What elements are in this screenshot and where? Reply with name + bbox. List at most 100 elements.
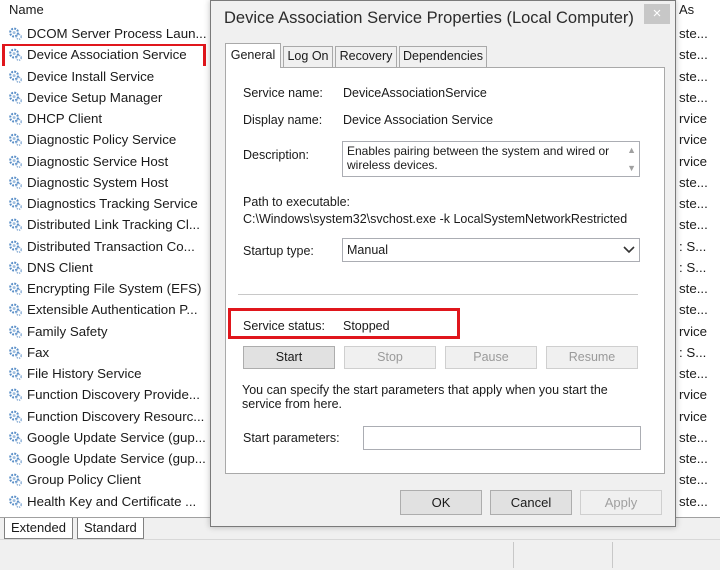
- separator: [238, 294, 638, 295]
- service-gear-icon: [9, 240, 22, 253]
- service-row[interactable]: Google Update Service (gup...: [0, 427, 210, 448]
- startup-type-select[interactable]: Manual: [342, 238, 640, 262]
- apply-button[interactable]: Apply: [580, 490, 662, 515]
- status-divider: [612, 542, 613, 568]
- start-button[interactable]: Start: [243, 346, 335, 369]
- service-name-value: DeviceAssociationService: [343, 86, 487, 100]
- service-name: Group Policy Client: [27, 472, 141, 488]
- service-row[interactable]: Encrypting File System (EFS): [0, 278, 210, 299]
- service-row[interactable]: Diagnostics Tracking Service: [0, 193, 210, 214]
- service-gear-icon: [9, 410, 22, 423]
- ok-button[interactable]: OK: [400, 490, 482, 515]
- service-row[interactable]: Distributed Link Tracking Cl...: [0, 214, 210, 235]
- service-row[interactable]: Diagnostic System Host: [0, 172, 210, 193]
- service-row[interactable]: Fax: [0, 342, 210, 363]
- log-on-as-cell: rvice: [679, 132, 708, 148]
- dialog-title-bar[interactable]: Device Association Service Properties (L…: [211, 1, 675, 37]
- service-row[interactable]: DCOM Server Process Laun...: [0, 23, 210, 44]
- service-name: Diagnostic Policy Service: [27, 132, 177, 148]
- service-name: Google Update Service (gup...: [27, 451, 206, 467]
- log-on-as-cell: : S...: [679, 344, 707, 360]
- name-column-header[interactable]: Name: [0, 0, 210, 20]
- service-gear-icon: [9, 155, 22, 168]
- service-name: Encrypting File System (EFS): [27, 281, 202, 297]
- display-name-value: Device Association Service: [343, 113, 494, 127]
- service-gear-icon: [9, 176, 22, 189]
- tab-dependencies[interactable]: Dependencies: [399, 46, 487, 67]
- log-on-as-cell: ste...: [679, 429, 708, 445]
- scroll-up-icon[interactable]: ▲: [627, 145, 636, 155]
- log-on-as-cell: ste...: [679, 451, 708, 466]
- display-name-label: Display name:: [243, 113, 323, 127]
- log-on-as-cell: rvice: [679, 408, 708, 424]
- log-on-as-cell: ste...: [679, 174, 708, 190]
- log-on-as-header[interactable]: As: [676, 0, 720, 20]
- log-on-as-cell: : S...: [679, 238, 707, 254]
- service-gear-icon: [9, 218, 22, 232]
- service-gear-icon: [9, 325, 22, 338]
- log-on-as-cell: ste...: [679, 68, 708, 84]
- service-name: File History Service: [27, 366, 142, 382]
- service-row[interactable]: File History Service: [0, 363, 210, 384]
- log-on-as-cell: rvice: [679, 387, 708, 403]
- tab-general[interactable]: General: [225, 43, 281, 68]
- service-row[interactable]: DHCP Client: [0, 108, 210, 129]
- log-on-as-cell: ste...: [679, 472, 708, 488]
- service-gear-icon: [9, 48, 22, 62]
- service-row[interactable]: Google Update Service (gup...: [0, 448, 210, 469]
- service-row[interactable]: Function Discovery Provide...: [0, 384, 210, 405]
- service-name-label: Service name:: [243, 86, 323, 100]
- service-row[interactable]: DNS Client: [0, 257, 210, 278]
- description-field[interactable]: Enables pairing between the system and w…: [342, 141, 640, 177]
- service-row[interactable]: Diagnostic Service Host: [0, 151, 210, 172]
- service-gear-icon: [9, 133, 22, 147]
- service-gear-icon: [9, 495, 22, 508]
- service-status-label: Service status:: [243, 319, 325, 333]
- service-gear-icon: [9, 473, 22, 487]
- cancel-button[interactable]: Cancel: [490, 490, 572, 515]
- service-name: Function Discovery Resourc...: [27, 408, 205, 424]
- log-on-as-cell: ste...: [679, 26, 708, 41]
- stop-button[interactable]: Stop: [344, 346, 436, 369]
- description-text: Enables pairing between the system and w…: [347, 144, 610, 172]
- service-name: Extensible Authentication P...: [27, 302, 198, 318]
- service-row[interactable]: Family Safety: [0, 321, 210, 342]
- general-tab-panel: Service name: DeviceAssociationService D…: [225, 67, 665, 474]
- service-gear-icon: [9, 91, 22, 104]
- tab-standard[interactable]: Standard: [77, 518, 144, 539]
- service-name: Fax: [27, 344, 50, 360]
- description-label: Description:: [243, 148, 309, 162]
- service-row[interactable]: Device Install Service: [0, 66, 210, 87]
- tab-extended[interactable]: Extended: [4, 518, 73, 539]
- resume-button[interactable]: Resume: [546, 346, 638, 369]
- help-text: You can specify the start parameters tha…: [242, 383, 608, 411]
- service-properties-dialog: Device Association Service Properties (L…: [210, 0, 676, 527]
- service-name: DHCP Client: [27, 111, 103, 127]
- service-row[interactable]: Health Key and Certificate ...: [0, 491, 210, 512]
- tab-recovery[interactable]: Recovery: [335, 46, 397, 67]
- service-name: Diagnostics Tracking Service: [27, 196, 198, 212]
- tab-log-on[interactable]: Log On: [283, 46, 333, 67]
- scroll-down-icon[interactable]: ▼: [627, 163, 636, 173]
- service-name: Device Install Service: [27, 68, 155, 84]
- service-row[interactable]: Diagnostic Policy Service: [0, 129, 210, 150]
- service-name: Google Update Service (gup...: [27, 429, 206, 445]
- pause-button[interactable]: Pause: [445, 346, 537, 369]
- service-row[interactable]: Distributed Transaction Co...: [0, 236, 210, 257]
- service-gear-icon: [9, 70, 22, 83]
- chevron-down-icon: [623, 246, 635, 254]
- service-list: DCOM Server Process Laun... Device Associ…: [0, 23, 210, 512]
- service-name: Function Discovery Provide...: [27, 387, 200, 403]
- start-parameters-input[interactable]: [363, 426, 641, 450]
- service-gear-icon: [9, 27, 22, 41]
- service-row[interactable]: Function Discovery Resourc...: [0, 406, 210, 427]
- service-status-value: Stopped: [343, 319, 390, 333]
- service-row[interactable]: Extensible Authentication P...: [0, 299, 210, 320]
- service-row[interactable]: Device Association Service: [0, 44, 210, 66]
- service-row[interactable]: Device Setup Manager: [0, 87, 210, 108]
- close-button[interactable]: ×: [644, 4, 670, 24]
- path-label: Path to executable:: [243, 195, 351, 209]
- log-on-as-cell: rvice: [679, 323, 708, 339]
- service-row[interactable]: Group Policy Client: [0, 469, 210, 490]
- service-gear-icon: [9, 346, 22, 359]
